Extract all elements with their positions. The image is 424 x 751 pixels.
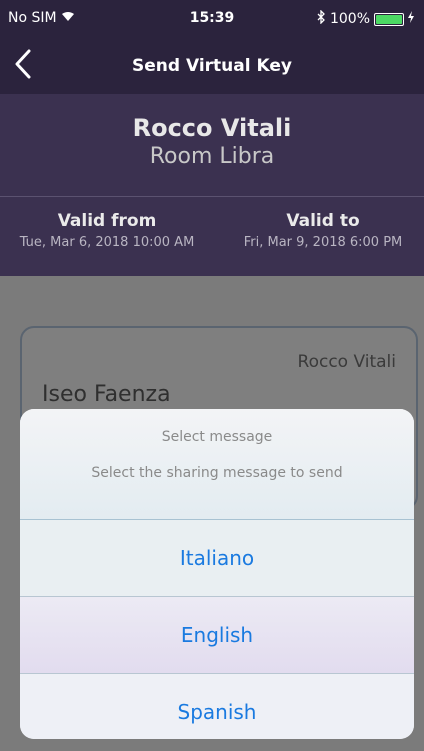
app-frame: No SIM 15:39 100% Send Virtual Key Rocco… [0, 0, 424, 751]
battery-icon [374, 12, 404, 26]
nav-bar: Send Virtual Key [0, 38, 424, 94]
nav-title: Send Virtual Key [132, 56, 292, 76]
charging-icon [408, 11, 414, 27]
room-name: Room Libra [149, 144, 275, 169]
status-right: 100% [316, 9, 414, 28]
status-bar: No SIM 15:39 100% [0, 0, 424, 38]
guest-header: Rocco Vitali Room Libra [0, 94, 424, 196]
valid-to-value: Fri, Mar 9, 2018 6:00 PM [243, 235, 403, 250]
valid-from: Valid from Tue, Mar 6, 2018 10:00 AM [4, 211, 210, 250]
option-italiano-button[interactable]: Italiano [20, 520, 414, 597]
valid-from-label: Valid from [57, 211, 157, 231]
validity-panel: Valid from Tue, Mar 6, 2018 10:00 AM Val… [0, 196, 424, 277]
option-english-button[interactable]: English [20, 597, 414, 674]
valid-from-value: Tue, Mar 6, 2018 10:00 AM [19, 235, 195, 250]
action-sheet-title: Select message [161, 429, 273, 445]
option-spanish-button[interactable]: Spanish [20, 674, 414, 739]
action-sheet: Select message Select the sharing messag… [20, 409, 414, 739]
valid-to-label: Valid to [286, 211, 360, 231]
guest-name: Rocco Vitali [132, 114, 292, 142]
battery-percent: 100% [329, 11, 370, 27]
card-place-name: Iseo Faenza [42, 382, 171, 407]
action-sheet-header: Select message Select the sharing messag… [20, 409, 414, 520]
card-guest-name: Rocco Vitali [297, 352, 396, 372]
battery-fill [376, 14, 402, 24]
valid-to: Valid to Fri, Mar 9, 2018 6:00 PM [224, 211, 422, 250]
bluetooth-icon [316, 9, 326, 28]
action-sheet-message: Select the sharing message to send [91, 465, 343, 481]
